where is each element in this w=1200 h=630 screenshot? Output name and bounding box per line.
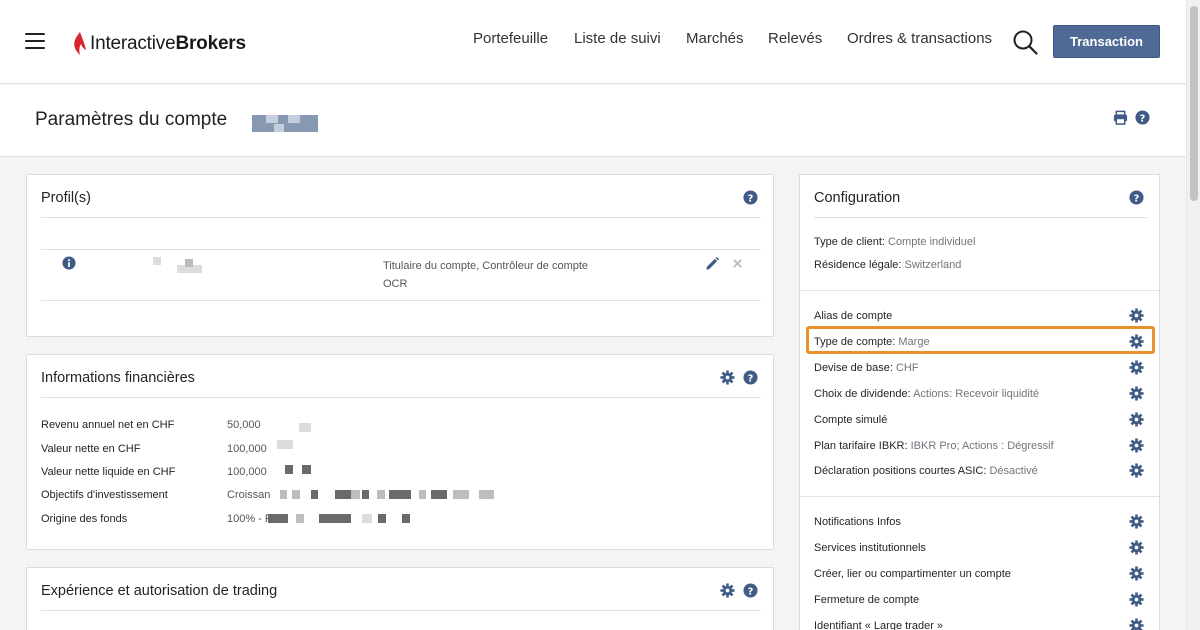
profiles-title: Profil(s)	[41, 190, 91, 206]
transaction-button[interactable]: Transaction	[1053, 25, 1160, 58]
page-title: Paramètres du compte	[35, 109, 228, 130]
profile-role: Titulaire du compte, Contrôleur de compt…	[383, 260, 589, 272]
config-legal-residence: Résidence légale: Switzerland	[814, 259, 962, 271]
configuration-panel: Configuration ? Type de client: Compte i…	[799, 174, 1160, 630]
financial-help-icon[interactable]: ?	[743, 370, 758, 385]
page-scrollbar[interactable]	[1186, 0, 1200, 630]
setting-row-4[interactable]: Compte simulé	[814, 414, 887, 426]
page-title-bar: Paramètres du compte ?	[0, 85, 1186, 157]
search-icon[interactable]	[1012, 29, 1038, 55]
financial-settings-gear-icon[interactable]	[720, 370, 735, 385]
edit-pencil-icon[interactable]	[705, 256, 720, 271]
svg-text:?: ?	[1134, 193, 1140, 204]
setting-row-0[interactable]: Alias de compte	[814, 310, 892, 322]
service-row-3[interactable]: Fermeture de compte	[814, 594, 919, 606]
account-id-redacted	[252, 115, 318, 132]
service-row-2[interactable]: Créer, lier ou compartimenter un compte	[814, 568, 1011, 580]
scroll-thumb[interactable]	[1190, 6, 1198, 201]
svg-text:?: ?	[748, 193, 754, 204]
fin-label-funds: Origine des fonds	[41, 513, 128, 525]
fin-value-income: 50,000	[227, 419, 261, 431]
logo-text-light: Interactive	[90, 33, 176, 54]
info-icon[interactable]	[62, 256, 76, 270]
fin-label-income: Revenu annuel net en CHF	[41, 419, 175, 431]
setting-row-5[interactable]: Plan tarifaire IBKR: IBKR Pro; Actions :…	[814, 440, 1054, 452]
hamburger-menu-icon[interactable]	[25, 33, 45, 49]
nav-portefeuille[interactable]: Portefeuille	[473, 30, 548, 47]
setting-row-5-gear-icon[interactable]	[1129, 438, 1144, 458]
profiles-panel: Profil(s) ? Titulaire du compte, Contrôl…	[26, 174, 774, 337]
logo-text-bold: Brokers	[175, 33, 246, 54]
profile-role-ocr: OCR	[383, 278, 408, 290]
fin-value-net-worth: 100,000	[227, 443, 267, 455]
nav-marches[interactable]: Marchés	[686, 30, 744, 47]
setting-row-6[interactable]: Déclaration positions courtes ASIC: Désa…	[814, 465, 1038, 477]
close-icon[interactable]	[732, 258, 743, 269]
setting-row-0-gear-icon[interactable]	[1129, 308, 1144, 328]
service-row-0[interactable]: Notifications Infos	[814, 516, 901, 528]
setting-row-2-gear-icon[interactable]	[1129, 360, 1144, 380]
service-row-2-gear-icon[interactable]	[1129, 566, 1144, 586]
setting-row-3-gear-icon[interactable]	[1129, 386, 1144, 406]
help-icon[interactable]: ?	[1135, 110, 1150, 125]
config-client-type: Type de client: Compte individuel	[814, 236, 976, 248]
fin-label-objectives: Objectifs d'investissement	[41, 489, 168, 501]
experience-title: Expérience et autorisation de trading	[41, 583, 278, 599]
svg-text:?: ?	[748, 373, 754, 384]
fin-label-liquid: Valeur nette liquide en CHF	[41, 466, 176, 478]
setting-row-3[interactable]: Choix de dividende: Actions: Recevoir li…	[814, 388, 1039, 400]
account-type-highlight	[806, 326, 1155, 354]
profiles-help-icon[interactable]: ?	[743, 190, 758, 205]
configuration-title: Configuration	[814, 190, 901, 206]
service-row-4[interactable]: Identifiant « Large trader »	[814, 620, 943, 630]
print-icon[interactable]	[1113, 110, 1128, 125]
financial-info-panel: Informations financières ? Revenu annuel…	[26, 354, 774, 550]
configuration-help-icon[interactable]: ?	[1129, 190, 1144, 205]
trading-experience-panel: Expérience et autorisation de trading ?	[26, 567, 774, 630]
service-row-0-gear-icon[interactable]	[1129, 514, 1144, 534]
fin-value-liquid: 100,000	[227, 466, 267, 478]
nav-ordres-transactions[interactable]: Ordres & transactions	[847, 30, 992, 47]
service-row-3-gear-icon[interactable]	[1129, 592, 1144, 612]
profile-name-redacted	[153, 257, 161, 265]
svg-text:?: ?	[748, 586, 754, 597]
financial-title: Informations financières	[41, 370, 195, 386]
nav-liste-de-suivi[interactable]: Liste de suivi	[574, 30, 661, 47]
nav-releves[interactable]: Relevés	[768, 30, 822, 47]
interactive-brokers-logo[interactable]: InteractiveBrokers	[72, 28, 246, 60]
experience-settings-gear-icon[interactable]	[720, 583, 735, 598]
top-navigation-bar: InteractiveBrokers Portefeuille Liste de…	[0, 0, 1186, 84]
logo-mark-icon	[74, 32, 86, 55]
experience-help-icon[interactable]: ?	[743, 583, 758, 598]
service-row-1[interactable]: Services institutionnels	[814, 542, 926, 554]
setting-row-6-gear-icon[interactable]	[1129, 463, 1144, 483]
service-row-4-gear-icon[interactable]	[1129, 618, 1144, 630]
service-row-1-gear-icon[interactable]	[1129, 540, 1144, 560]
svg-text:?: ?	[1140, 113, 1146, 124]
fin-value-objectives: Croissan	[227, 489, 271, 501]
setting-row-2[interactable]: Devise de base: CHF	[814, 362, 919, 374]
setting-row-4-gear-icon[interactable]	[1129, 412, 1144, 432]
fin-label-net-worth: Valeur nette en CHF	[41, 443, 141, 455]
fin-value-funds: 100% - R	[227, 513, 273, 525]
